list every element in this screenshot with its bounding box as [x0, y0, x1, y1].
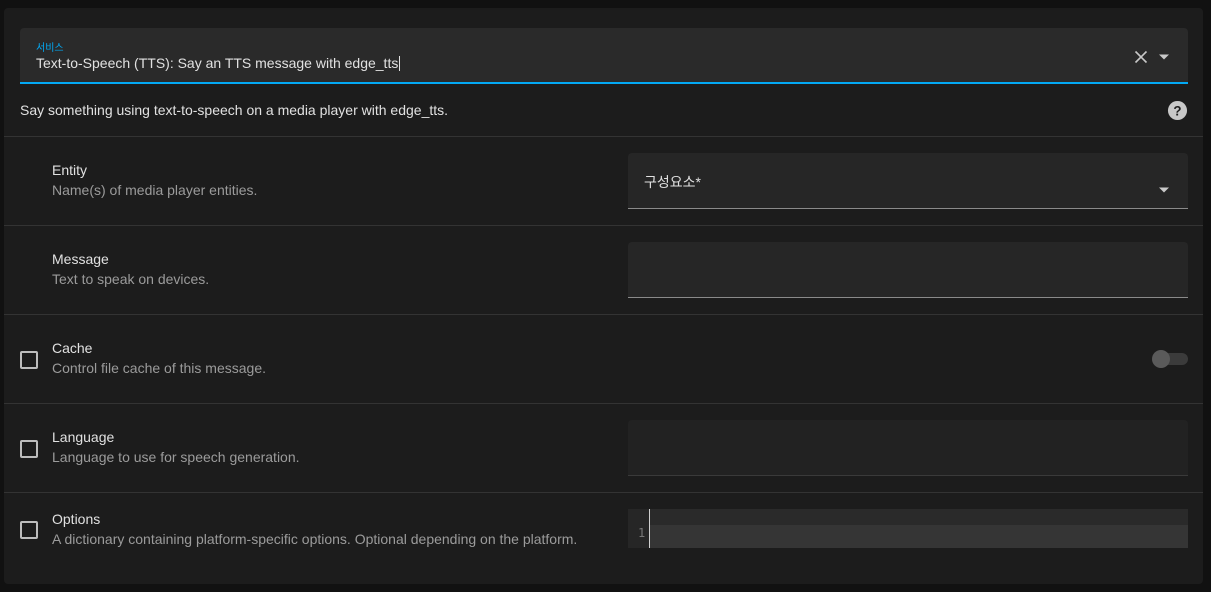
field-description-cache: Control file cache of this message. [52, 360, 266, 376]
code-line-number: 1 [638, 526, 646, 540]
options-checkbox[interactable] [20, 521, 38, 539]
field-row-cache: Cache Control file cache of this message… [4, 315, 1203, 403]
close-icon[interactable] [1133, 49, 1149, 65]
field-name-options: Options [52, 511, 101, 527]
code-gutter: 1 [628, 509, 649, 548]
service-select-label: 서비스 [36, 43, 64, 54]
cache-toggle[interactable] [1152, 350, 1170, 368]
entity-picker-label: 구성요소* [644, 174, 701, 190]
chevron-down-icon[interactable] [1158, 186, 1170, 194]
options-code-editor[interactable]: 1 [628, 509, 1188, 548]
field-row-language: Language Language to use for speech gene… [4, 404, 1203, 492]
field-description-language: Language to use for speech generation. [52, 449, 300, 465]
language-checkbox[interactable] [20, 440, 38, 458]
language-input[interactable] [628, 420, 1188, 476]
message-input[interactable] [628, 242, 1188, 298]
service-description-row: Say something using text-to-speech on a … [20, 100, 1190, 121]
field-name-cache: Cache [52, 340, 93, 356]
field-row-message: Message Text to speak on devices. [4, 226, 1203, 314]
field-name-message: Message [52, 251, 109, 267]
field-description-entity: Name(s) of media player entities. [52, 182, 258, 198]
field-row-entity: Entity Name(s) of media player entities.… [4, 137, 1203, 225]
chevron-down-icon[interactable] [1158, 53, 1170, 61]
code-active-line[interactable] [650, 525, 1188, 548]
code-cursor [649, 509, 650, 548]
service-select[interactable]: 서비스 Text-to-Speech (TTS): Say an TTS mes… [20, 28, 1188, 84]
service-card: 서비스 Text-to-Speech (TTS): Say an TTS mes… [4, 8, 1203, 584]
svg-text:?: ? [1173, 103, 1181, 118]
cache-checkbox[interactable] [20, 351, 38, 369]
entity-picker[interactable]: 구성요소* [628, 153, 1188, 209]
help-circle-icon[interactable]: ? [1167, 100, 1188, 121]
service-description: Say something using text-to-speech on a … [20, 102, 449, 118]
field-description-options: A dictionary containing platform-specifi… [52, 531, 578, 547]
field-row-options: Options A dictionary containing platform… [4, 493, 1203, 581]
text-cursor [399, 56, 401, 71]
field-name-entity: Entity [52, 162, 88, 178]
field-name-language: Language [52, 429, 115, 445]
service-select-value[interactable]: Text-to-Speech (TTS): Say an TTS message… [36, 55, 401, 71]
field-description-message: Text to speak on devices. [52, 271, 210, 287]
service-select-text: Text-to-Speech (TTS): Say an TTS message… [36, 55, 399, 71]
